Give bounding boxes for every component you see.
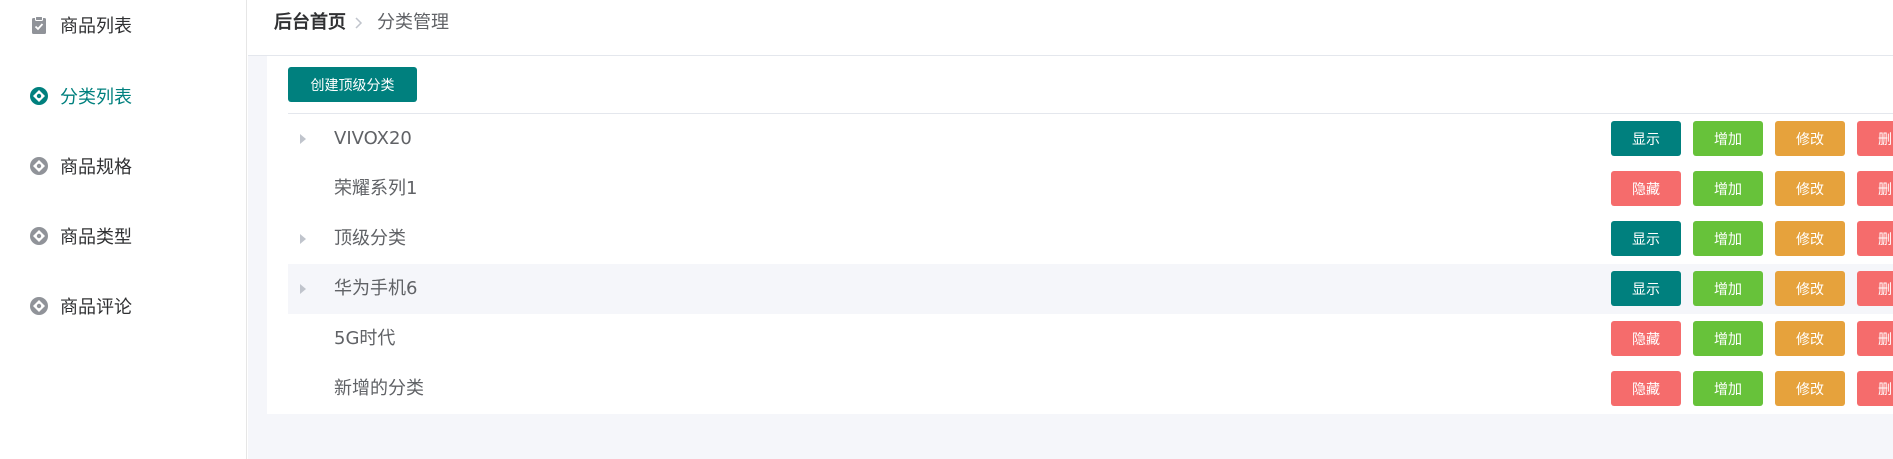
show-button[interactable]: 显示	[1611, 121, 1681, 156]
delete-button[interactable]: 删除	[1857, 171, 1893, 206]
tree-node[interactable]: 顶级分类 显示 增加 修改 删除	[288, 214, 1893, 264]
sidebar-item-product-list[interactable]: 商品列表	[0, 0, 246, 50]
edit-button[interactable]: 修改	[1775, 121, 1845, 156]
show-button[interactable]: 显示	[1611, 271, 1681, 306]
aperture-icon	[30, 157, 48, 175]
sidebar-item-product-spec[interactable]: 商品规格	[0, 141, 246, 191]
tree-node[interactable]: 5G时代 隐藏 增加 修改 删除	[288, 314, 1893, 364]
sidebar-item-product-review[interactable]: 商品评论	[0, 281, 246, 331]
edit-button[interactable]: 修改	[1775, 271, 1845, 306]
aperture-icon	[30, 297, 48, 315]
add-button[interactable]: 增加	[1693, 221, 1763, 256]
add-button[interactable]: 增加	[1693, 371, 1763, 406]
node-label: 新增的分类	[334, 378, 424, 399]
category-panel: 创建顶级分类 VIVOX20 显示 增加 修改 删除 荣耀系列1 隐藏 增加 修…	[267, 56, 1893, 414]
sidebar-item-label: 商品评论	[60, 297, 132, 318]
add-button[interactable]: 增加	[1693, 171, 1763, 206]
caret-right-icon[interactable]	[299, 133, 307, 145]
edit-button[interactable]: 修改	[1775, 171, 1845, 206]
delete-button[interactable]: 删除	[1857, 371, 1893, 406]
show-button[interactable]: 显示	[1611, 221, 1681, 256]
sidebar-item-label: 商品类型	[60, 227, 132, 248]
breadcrumb-current: 分类管理	[377, 12, 449, 33]
add-button[interactable]: 增加	[1693, 321, 1763, 356]
sidebar-item-category-list[interactable]: 分类列表	[0, 71, 246, 121]
sidebar-item-label: 分类列表	[60, 87, 132, 108]
main-content: 后台首页 分类管理 创建顶级分类 VIVOX20 显示 增加 修改 删除 荣耀系…	[248, 0, 1893, 459]
node-label: 华为手机6	[334, 278, 418, 299]
delete-button[interactable]: 删除	[1857, 321, 1893, 356]
clipboard-check-icon	[32, 16, 46, 34]
tree-node[interactable]: 新增的分类 隐藏 增加 修改 删除	[288, 364, 1893, 414]
node-label: 荣耀系列1	[334, 178, 418, 199]
delete-button[interactable]: 删除	[1857, 221, 1893, 256]
hide-button[interactable]: 隐藏	[1611, 371, 1681, 406]
delete-button[interactable]: 删除	[1857, 121, 1893, 156]
add-button[interactable]: 增加	[1693, 271, 1763, 306]
create-top-category-button[interactable]: 创建顶级分类	[288, 67, 417, 102]
caret-right-icon[interactable]	[299, 233, 307, 245]
sidebar-item-label: 商品规格	[60, 157, 132, 178]
page-header: 后台首页 分类管理	[248, 0, 1893, 56]
node-label: 顶级分类	[334, 228, 406, 249]
aperture-icon	[30, 227, 48, 245]
sidebar-item-label: 商品列表	[60, 16, 132, 37]
tree-node[interactable]: 荣耀系列1 隐藏 增加 修改 删除	[288, 164, 1893, 214]
edit-button[interactable]: 修改	[1775, 221, 1845, 256]
tree-node[interactable]: VIVOX20 显示 增加 修改 删除	[288, 114, 1893, 164]
hide-button[interactable]: 隐藏	[1611, 321, 1681, 356]
sidebar: 商品列表 分类列表 商品规格 商品类型 商品评论	[0, 0, 247, 459]
sidebar-item-product-type[interactable]: 商品类型	[0, 211, 246, 261]
node-label: 5G时代	[334, 328, 396, 349]
caret-right-icon[interactable]	[299, 283, 307, 295]
edit-button[interactable]: 修改	[1775, 321, 1845, 356]
add-button[interactable]: 增加	[1693, 121, 1763, 156]
tree-node[interactable]: 华为手机6 显示 增加 修改 删除	[288, 264, 1893, 314]
edit-button[interactable]: 修改	[1775, 371, 1845, 406]
node-label: VIVOX20	[334, 128, 412, 149]
delete-button[interactable]: 删除	[1857, 271, 1893, 306]
breadcrumb-home[interactable]: 后台首页	[274, 10, 346, 36]
aperture-icon	[30, 87, 48, 105]
chevron-right-icon	[355, 17, 363, 29]
hide-button[interactable]: 隐藏	[1611, 171, 1681, 206]
